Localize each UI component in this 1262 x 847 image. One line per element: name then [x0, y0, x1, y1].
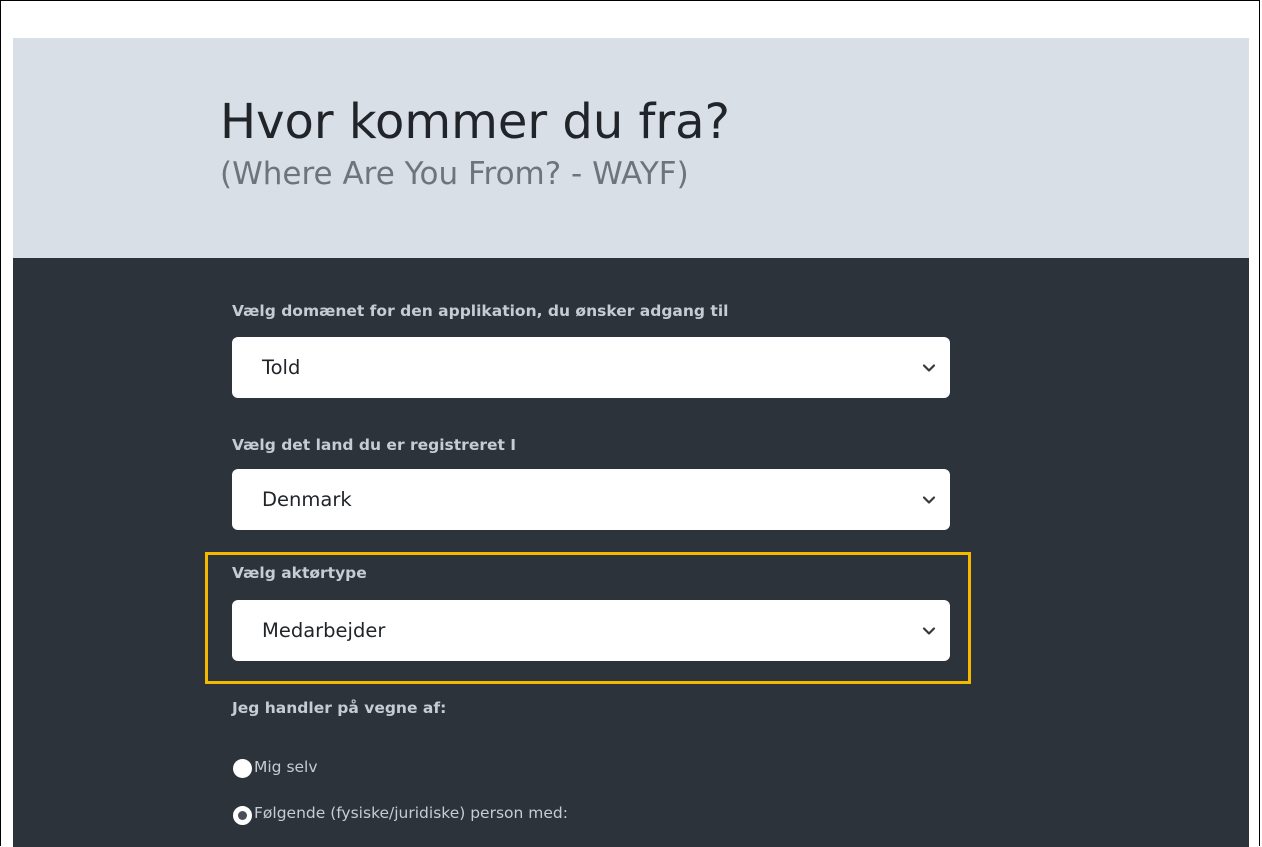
form-panel: Vælg domænet for den applikation, du øns…	[13, 258, 1249, 847]
country-select-value: Denmark	[262, 488, 352, 511]
radio-myself-label[interactable]: Mig selv	[254, 757, 318, 777]
domain-label: Vælg domænet for den applikation, du øns…	[232, 302, 729, 320]
radio-following-person-label[interactable]: Følgende (fysiske/juridiske) person med:	[254, 803, 568, 823]
domain-select[interactable]: Told	[232, 337, 950, 398]
country-label: Vælg det land du er registreret I	[232, 436, 517, 454]
on-behalf-label: Jeg handler på vegne af:	[232, 699, 447, 717]
actor-type-select[interactable]: Medarbejder	[232, 600, 950, 661]
radio-myself[interactable]	[233, 759, 252, 778]
browser-frame: Hvor kommer du fra? (Where Are You From?…	[0, 0, 1260, 847]
page-title: Hvor kommer du fra?	[220, 94, 731, 150]
actor-type-select-value: Medarbejder	[262, 619, 386, 642]
chevron-down-icon	[922, 627, 936, 635]
chevron-down-icon	[922, 496, 936, 504]
chevron-down-icon	[922, 364, 936, 372]
actor-type-label: Vælg aktørtype	[232, 564, 367, 582]
domain-select-value: Told	[262, 356, 301, 379]
country-select[interactable]: Denmark	[232, 469, 950, 530]
radio-following-person[interactable]	[233, 806, 252, 825]
page-header: Hvor kommer du fra? (Where Are You From?…	[13, 38, 1249, 258]
page-subtitle: (Where Are You From? - WAYF)	[220, 156, 689, 192]
